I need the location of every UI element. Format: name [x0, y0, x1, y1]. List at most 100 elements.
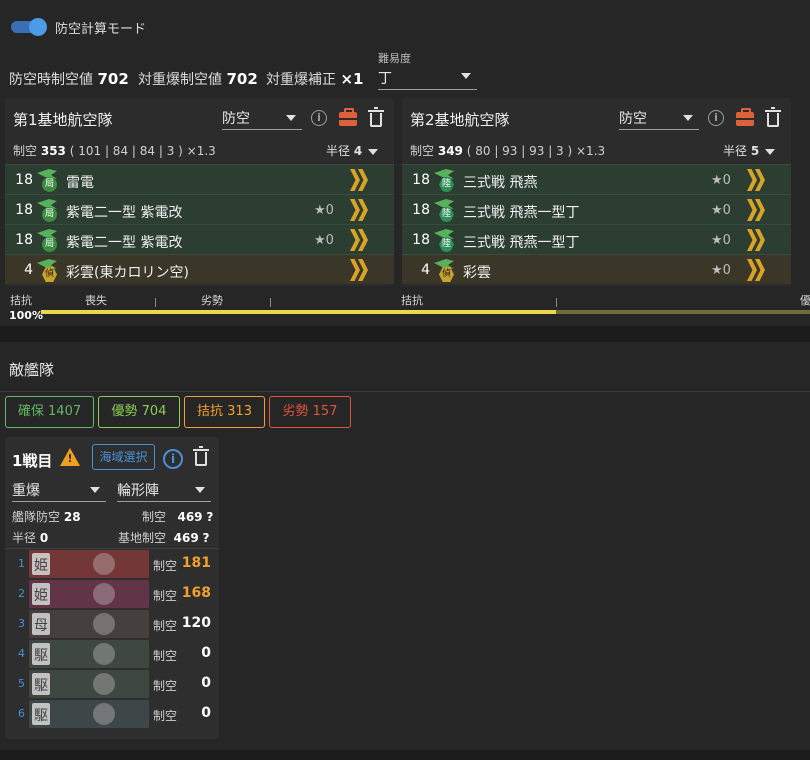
ship-air-value: 120 [181, 615, 211, 631]
ship-class-glyph: 駆 [34, 708, 48, 724]
ship-index: 4 [18, 647, 25, 660]
ship-index: 6 [18, 707, 25, 720]
interceptor-plane-icon: 局 [35, 167, 61, 193]
aa-mode-toggle[interactable] [11, 17, 47, 36]
enemy-ship-row[interactable]: 1 姫 制空 181 [5, 549, 219, 579]
enemy-ship-banner: 母 [29, 610, 149, 638]
chevron-down-icon [368, 148, 379, 155]
air-state-chip-supremacy: 確保 1407 [5, 396, 94, 428]
battle-title: 1戦目 [12, 452, 53, 470]
ship-air-label: 制空 [153, 709, 178, 723]
ship-air-label: 制空 [153, 679, 178, 693]
plane-slot[interactable]: 18 陸 三式戦 飛燕 ★0 [402, 164, 791, 194]
enemy-ship-banner: 姫 [29, 580, 149, 608]
ship-index: 3 [18, 617, 25, 630]
ship-air-value: 181 [181, 555, 211, 571]
land-base-panel-2: 第2基地航空隊 防空 i 制空 349 ( 80 | 93 | 93 | 3 )… [402, 98, 791, 286]
ship-air-value: 0 [201, 675, 211, 691]
ship-air-label: 制空 [153, 649, 178, 663]
air-state-gauge [41, 310, 810, 314]
ship-air-value: 0 [201, 645, 211, 661]
battle-card: 1戦目 ! 海域選択 i 重爆 輪形陣 艦隊防空 28 制空 469 ? 半径 … [5, 437, 219, 739]
ship-air-label: 制空 [153, 619, 178, 633]
plane-name: 三式戦 飛燕一型丁 [463, 235, 580, 251]
mode-select[interactable]: 防空 [619, 108, 699, 130]
formation-select[interactable]: 輪形陣 [117, 480, 211, 502]
skill-chevron-icon[interactable] [350, 259, 372, 281]
enemy-fleet-title: 敵艦隊 [9, 361, 55, 379]
battle-type-select[interactable]: 重爆 [12, 480, 106, 502]
proficiency: ★0 [711, 173, 731, 188]
plane-name: 彩雲(東カロリン空) [66, 265, 189, 281]
skill-chevron-icon[interactable] [747, 259, 769, 281]
skill-chevron-icon[interactable] [747, 169, 769, 191]
chevron-down-icon [461, 73, 471, 79]
plane-slot[interactable]: 18 陸 三式戦 飛燕一型丁 ★0 [402, 194, 791, 224]
fleet-aa-stat: 艦隊防空 28 [12, 510, 81, 524]
info-icon[interactable]: i [311, 110, 327, 126]
plane-slot[interactable]: 18 局 雷電 [5, 164, 394, 194]
plane-name: 三式戦 飛燕 [463, 175, 538, 191]
proficiency: ★0 [711, 263, 731, 278]
interceptor-plane-icon: 局 [35, 227, 61, 253]
enemy-ship-banner: 姫 [29, 550, 149, 578]
army-fighter-plane-icon: 陸 [432, 227, 458, 253]
recon-plane-icon: 偵 [432, 257, 458, 283]
radius-stat: 半径 0 [12, 531, 49, 545]
ship-index: 1 [18, 557, 25, 570]
trash-icon[interactable] [193, 446, 209, 466]
plane-slot[interactable]: 18 局 紫電二一型 紫電改 ★0 [5, 224, 394, 254]
plane-slot[interactable]: 18 陸 三式戦 飛燕一型丁 ★0 [402, 224, 791, 254]
army-fighter-plane-icon: 陸 [432, 197, 458, 223]
interceptor-plane-icon: 局 [35, 197, 61, 223]
enemy-ship-banner: 駆 [29, 640, 149, 668]
skill-chevron-icon[interactable] [350, 199, 372, 221]
skill-chevron-icon[interactable] [747, 229, 769, 251]
trash-icon[interactable] [765, 107, 781, 127]
chevron-down-icon [683, 115, 693, 121]
difficulty-select[interactable]: 丁 [378, 66, 477, 90]
sea-area-select-button[interactable]: 海域選択 [92, 444, 155, 470]
radius-select[interactable]: 半径 4 [326, 142, 379, 159]
enemy-ship-row[interactable]: 5 駆 制空 0 [5, 669, 219, 699]
enemy-ship-row[interactable]: 2 姫 制空 168 [5, 579, 219, 609]
plane-slot[interactable]: 4 偵 彩雲(東カロリン空) [5, 254, 394, 284]
info-icon[interactable]: i [708, 110, 724, 126]
section-divider [0, 326, 810, 342]
ship-class-glyph: 駆 [34, 678, 48, 694]
chevron-down-icon [90, 487, 100, 493]
stat-heavy-bomber-air-power: 対重爆制空値 702 [138, 70, 258, 88]
aa-mode-label: 防空計算モード [55, 22, 147, 37]
enemy-ship-row[interactable]: 6 駆 制空 0 [5, 699, 219, 729]
mode-select[interactable]: 防空 [222, 108, 302, 130]
skill-chevron-icon[interactable] [350, 169, 372, 191]
plane-slot[interactable]: 4 偵 彩雲 ★0 [402, 254, 791, 284]
plane-name: 紫電二一型 紫電改 [66, 235, 183, 251]
gauge-tick [270, 298, 271, 307]
land-base-panel-1: 第1基地航空隊 防空 i 制空 353 ( 101 | 84 | 84 | 3 … [5, 98, 394, 286]
ship-index: 5 [18, 677, 25, 690]
proficiency: ★0 [314, 203, 334, 218]
skill-chevron-icon[interactable] [350, 229, 372, 251]
trash-icon[interactable] [368, 107, 384, 127]
plane-name: 紫電二一型 紫電改 [66, 205, 183, 221]
proficiency: ★0 [711, 233, 731, 248]
land-base-title: 第2基地航空隊 [410, 111, 510, 129]
preset-briefcase-icon[interactable] [736, 108, 754, 126]
info-icon[interactable]: i [163, 449, 183, 469]
ship-class-glyph: 駆 [34, 648, 48, 664]
toggle-knob [29, 18, 47, 36]
army-fighter-plane-icon: 陸 [432, 167, 458, 193]
radius-select[interactable]: 半径 5 [723, 142, 776, 159]
plane-name: 彩雲 [463, 265, 491, 281]
warning-icon[interactable]: ! [60, 448, 80, 466]
enemy-ship-row[interactable]: 4 駆 制空 0 [5, 639, 219, 669]
plane-slot[interactable]: 18 局 紫電二一型 紫電改 ★0 [5, 194, 394, 224]
skill-chevron-icon[interactable] [747, 199, 769, 221]
air-state-gauge-labels: 拮抗 喪失 劣勢 拮抗 優 [10, 294, 810, 307]
gauge-tick [155, 298, 156, 307]
preset-briefcase-icon[interactable] [339, 108, 357, 126]
enemy-title-divider [0, 391, 810, 392]
enemy-ship-row[interactable]: 3 母 制空 120 [5, 609, 219, 639]
air-state-chip-parity: 拮抗 313 [184, 396, 265, 428]
